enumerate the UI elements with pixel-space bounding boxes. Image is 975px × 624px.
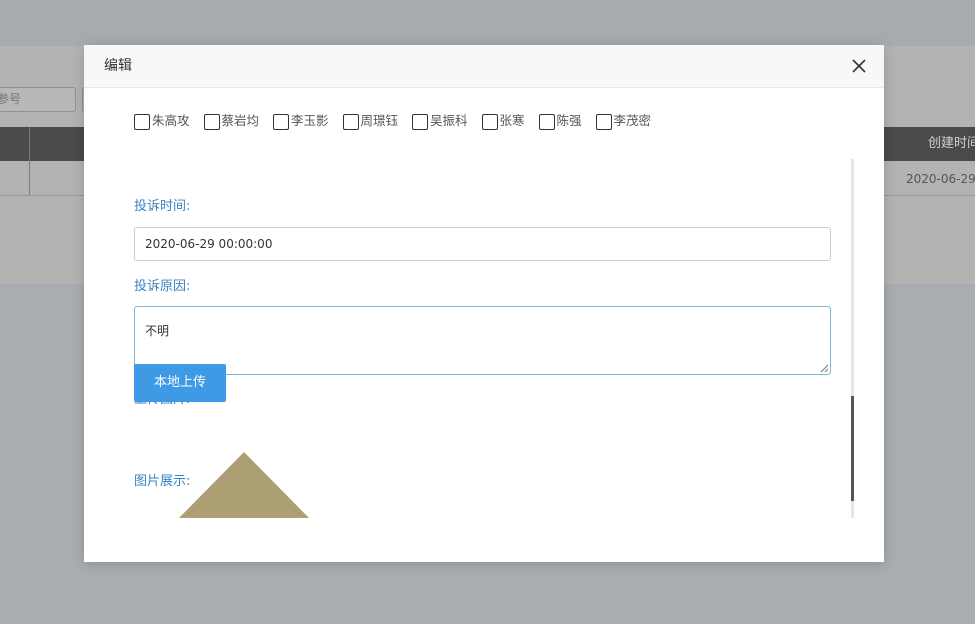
checkbox-item[interactable]: 蔡岩均	[203, 113, 260, 135]
preview-image	[179, 452, 309, 518]
checkbox-item[interactable]: 张寒	[481, 113, 525, 135]
checkbox-label: 朱高攻	[152, 113, 190, 128]
checkbox-item[interactable]: 朱高攻	[134, 113, 190, 135]
dialog-title: 编辑	[104, 58, 132, 74]
checkbox-item[interactable]: 李茂密	[595, 113, 652, 135]
checkbox-label: 李茂密	[613, 113, 652, 128]
checkbox[interactable]	[595, 114, 612, 130]
close-icon[interactable]	[851, 58, 867, 74]
checkbox[interactable]	[203, 114, 220, 130]
checkbox-label: 张寒	[499, 113, 525, 128]
checkbox[interactable]	[134, 114, 150, 130]
checkbox[interactable]	[538, 114, 555, 130]
checkbox-item[interactable]: 吴振科	[412, 113, 468, 135]
checkbox[interactable]	[273, 114, 289, 130]
checkbox-item[interactable]: 陈强	[538, 113, 582, 135]
background-search-placeholder: 参号	[0, 92, 22, 106]
checkbox-label: 李玉影	[291, 113, 329, 128]
complaint-time-label: 投诉时间:	[134, 199, 191, 214]
checkbox[interactable]	[412, 114, 428, 130]
checkbox-item[interactable]: 李玉影	[273, 113, 329, 135]
background-search-input: 参号	[0, 87, 76, 112]
background-header	[0, 0, 975, 46]
local-upload-button[interactable]: 本地上传	[134, 364, 226, 402]
checkbox-label: 陈强	[556, 113, 582, 128]
complaint-time-value: 2020-06-29 00:00:00	[145, 237, 273, 251]
checkbox-label: 吴振科	[430, 113, 468, 128]
background-table-header-label: 创建时间	[928, 136, 975, 151]
dialog-scrollbar-thumb[interactable]	[851, 396, 854, 501]
checkbox-item[interactable]: 周璟钰	[342, 113, 399, 135]
edit-dialog: 编辑 朱高攻 蔡岩均 李玉影 周璟钰 吴振科 张寒 陈强 李茂密 投诉时间: 2…	[84, 45, 884, 562]
complaint-reason-label: 投诉原因:	[134, 279, 191, 294]
complaint-reason-textarea[interactable]: 不明	[134, 306, 831, 375]
complaint-time-input[interactable]: 2020-06-29 00:00:00	[134, 227, 831, 261]
checkbox-label: 周璟钰	[360, 113, 399, 128]
checkbox[interactable]	[481, 114, 498, 130]
dialog-body[interactable]: 朱高攻 蔡岩均 李玉影 周璟钰 吴振科 张寒 陈强 李茂密 投诉时间: 2020…	[84, 88, 884, 518]
resize-handle-icon[interactable]	[820, 364, 829, 373]
checkbox[interactable]	[342, 114, 359, 130]
people-checkbox-group: 朱高攻 蔡岩均 李玉影 周璟钰 吴振科 张寒 陈强 李茂密	[134, 113, 661, 135]
complaint-reason-value: 不明	[145, 324, 170, 338]
background-table-cell: 2020-06-29	[906, 172, 975, 186]
dialog-header: 编辑	[84, 45, 884, 88]
checkbox-label: 蔡岩均	[221, 113, 260, 128]
